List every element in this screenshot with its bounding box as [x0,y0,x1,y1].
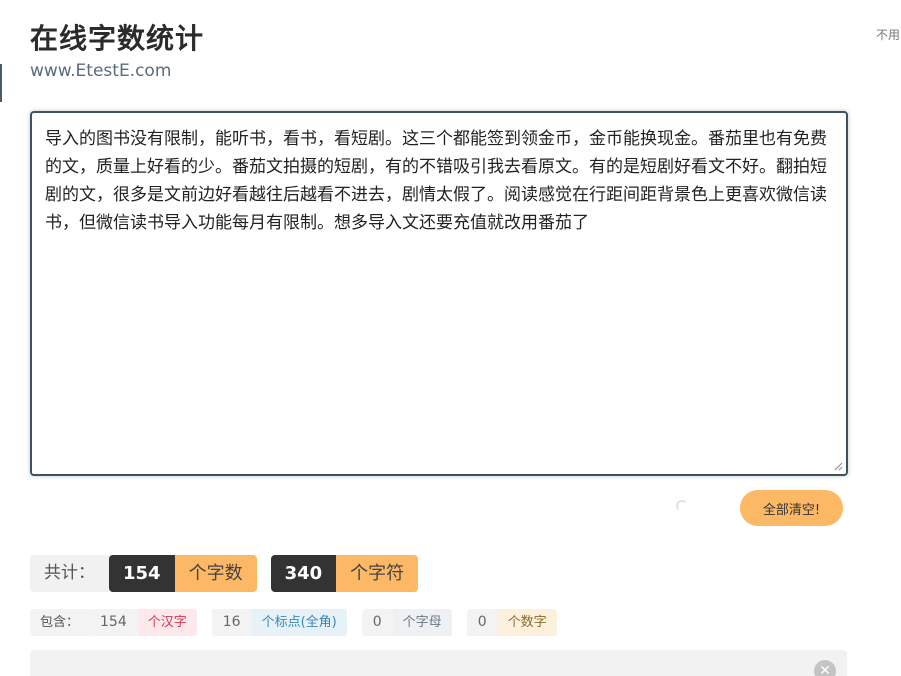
punct-count-unit: 个标点(全角) [251,609,347,636]
digit-count-chip: 0 个数字 [466,609,557,636]
hanzi-count-chip: 154 个汉字 [89,609,197,636]
resize-grip-icon[interactable] [833,461,843,471]
loading-spinner-icon [676,500,688,512]
editor-text: 导入的图书没有限制，能听书，看书，看短剧。这三个都能签到领金币，金币能换现金。番… [45,129,827,233]
bottom-panel [30,650,847,676]
letter-count-chip: 0 个字母 [361,609,452,636]
left-accent-bar [0,64,2,102]
char-count-stat: 340 个字符 [270,555,419,592]
hanzi-count-value: 154 [89,609,138,636]
totals-label: 共计： [30,555,109,592]
site-url[interactable]: www.EtestE.com [30,60,171,82]
hanzi-count-unit: 个汉字 [137,609,197,636]
letter-count-unit: 个字母 [392,609,452,636]
char-count-value: 340 [270,555,337,592]
clear-all-button[interactable]: 全部清空! [740,490,843,526]
text-input-area[interactable]: 导入的图书没有限制，能听书，看书，看短剧。这三个都能签到领金币，金币能换现金。番… [30,111,848,476]
close-icon[interactable]: ✕ [814,660,836,676]
details-label: 包含： [30,609,90,636]
site-title: 在线字数统计 [30,22,205,55]
details-row: 包含： 154 个汉字 16 个标点(全角) 0 个字母 0 个数字 [30,609,557,636]
word-count-stat: 154 个字数 [109,555,257,592]
punct-count-chip: 16 个标点(全角) [211,609,347,636]
letter-count-value: 0 [361,609,393,636]
totals-row: 共计： 154 个字数 340 个字符 [30,555,419,592]
char-count-unit: 个字符 [336,555,419,592]
digit-count-value: 0 [466,609,498,636]
digit-count-unit: 个数字 [497,609,557,636]
word-count-value: 154 [109,555,175,592]
word-count-unit: 个字数 [174,555,257,592]
punct-count-value: 16 [211,609,252,636]
corner-text: 不用 [876,28,901,42]
